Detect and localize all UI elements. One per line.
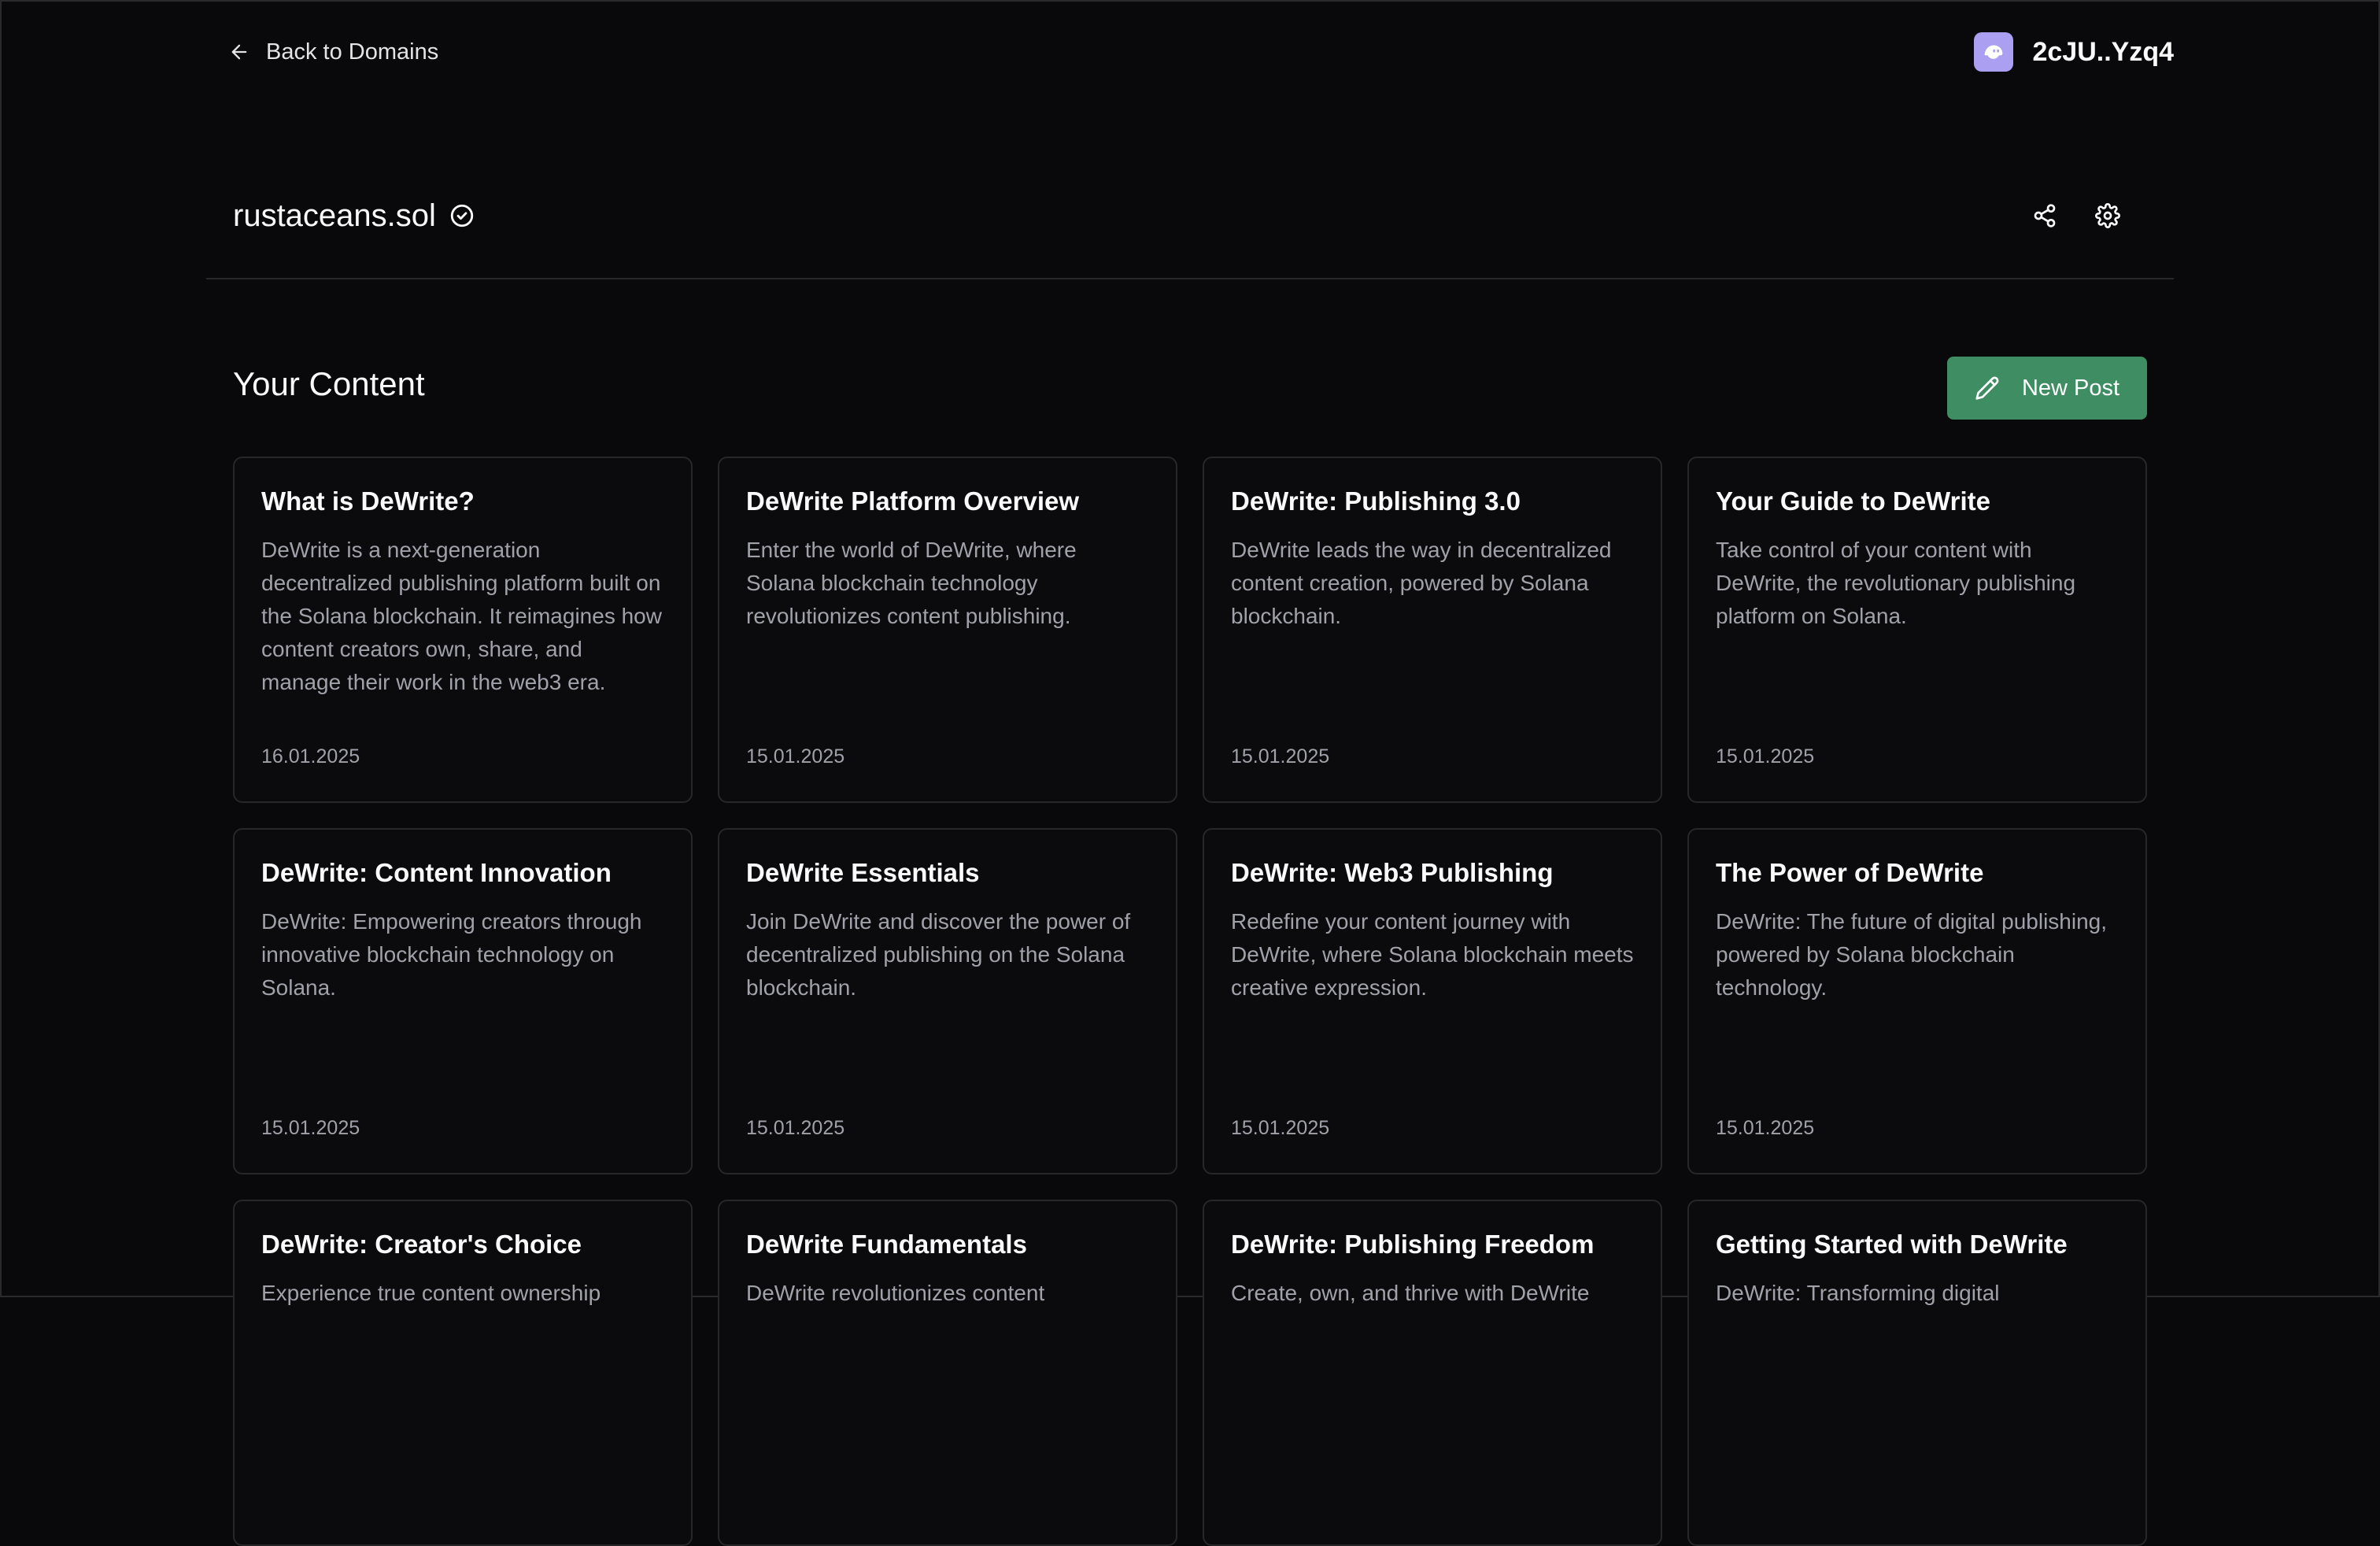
post-card[interactable]: Getting Started with DeWrite DeWrite: Tr… [1687,1200,2147,1546]
pencil-icon [1975,376,1999,400]
post-date: 15.01.2025 [1716,745,1815,767]
post-description: Take control of your content with DeWrit… [1716,538,2076,628]
post-card[interactable]: DeWrite: Creator's Choice Experience tru… [233,1200,693,1546]
wallet-button[interactable]: 2cJU..Yzq4 [1974,31,2174,72]
post-date: 15.01.2025 [746,745,845,767]
posts-grid: What is DeWrite? DeWrite is a next-gener… [233,457,2147,1546]
domain-actions [2024,195,2128,236]
back-to-domains-link[interactable]: Back to Domains [228,36,438,68]
ghost-icon [1985,45,2003,59]
post-title: DeWrite: Web3 Publishing [1231,858,1554,887]
post-title: DeWrite: Publishing 3.0 [1231,486,1521,516]
back-link-label: Back to Domains [266,39,439,65]
post-description: DeWrite revolutionizes content [746,1281,1045,1305]
post-date: 15.01.2025 [1716,1117,1815,1139]
post-card[interactable]: DeWrite: Content Innovation DeWrite: Emp… [233,828,693,1174]
post-title: DeWrite Fundamentals [746,1230,1027,1259]
post-title: The Power of DeWrite [1716,858,1984,887]
post-card[interactable]: DeWrite: Web3 Publishing Redefine your c… [1203,828,1662,1174]
post-date: 15.01.2025 [1231,745,1330,767]
post-description: Experience true content ownership [261,1281,601,1305]
post-description: DeWrite: Transforming digital [1716,1281,2000,1305]
new-post-label: New Post [2021,375,2120,401]
settings-button[interactable] [2087,195,2128,236]
post-date: 15.01.2025 [261,1117,360,1139]
domain-header: rustaceans.sol [233,194,475,238]
share-icon [2034,204,2056,227]
post-date: 15.01.2025 [1231,1117,1330,1139]
post-description: DeWrite is a next-generation decentraliz… [261,538,662,694]
post-description: DeWrite leads the way in decentralized c… [1231,538,1612,628]
post-title: What is DeWrite? [261,486,475,516]
post-description: DeWrite: The future of digital publishin… [1716,909,2108,1000]
post-title: DeWrite: Creator's Choice [261,1230,582,1259]
share-button[interactable] [2024,195,2065,236]
post-card[interactable]: The Power of DeWrite DeWrite: The future… [1687,828,2147,1174]
post-description: Enter the world of DeWrite, where Solana… [746,538,1077,628]
post-title: DeWrite: Publishing Freedom [1231,1230,1595,1259]
post-title: Your Guide to DeWrite [1716,486,1990,516]
post-description: DeWrite: Empowering creators through inn… [261,909,642,1000]
wallet-address: 2cJU..Yzq4 [2032,36,2174,67]
post-card[interactable]: What is DeWrite? DeWrite is a next-gener… [233,457,693,803]
header-divider [206,278,2174,279]
domain-name: rustaceans.sol [233,198,436,233]
post-title: DeWrite Essentials [746,858,980,887]
post-card[interactable]: DeWrite: Publishing Freedom Create, own,… [1203,1200,1662,1546]
gear-icon [2095,203,2120,228]
new-post-button[interactable]: New Post [1947,357,2147,420]
arrow-left-icon [231,44,247,60]
post-card[interactable]: Your Guide to DeWrite Take control of yo… [1687,457,2147,803]
post-title: DeWrite: Content Innovation [261,858,612,887]
post-description: Create, own, and thrive with DeWrite [1231,1281,1590,1305]
verified-check-icon [450,204,474,227]
post-date: 15.01.2025 [746,1117,845,1139]
post-title: DeWrite Platform Overview [746,486,1080,516]
post-card[interactable]: DeWrite: Publishing 3.0 DeWrite leads th… [1203,457,1662,803]
post-title: Getting Started with DeWrite [1716,1230,2068,1259]
post-card[interactable]: DeWrite Essentials Join DeWrite and disc… [718,828,1177,1174]
post-card[interactable]: DeWrite Platform Overview Enter the worl… [718,457,1177,803]
post-card[interactable]: DeWrite Fundamentals DeWrite revolutioni… [718,1200,1177,1546]
post-description: Join DeWrite and discover the power of d… [746,909,1131,1000]
post-description: Redefine your content journey with DeWri… [1231,909,1634,1000]
wallet-avatar [1974,32,2014,72]
post-date: 16.01.2025 [261,745,360,767]
section-title: Your Content [233,365,425,402]
